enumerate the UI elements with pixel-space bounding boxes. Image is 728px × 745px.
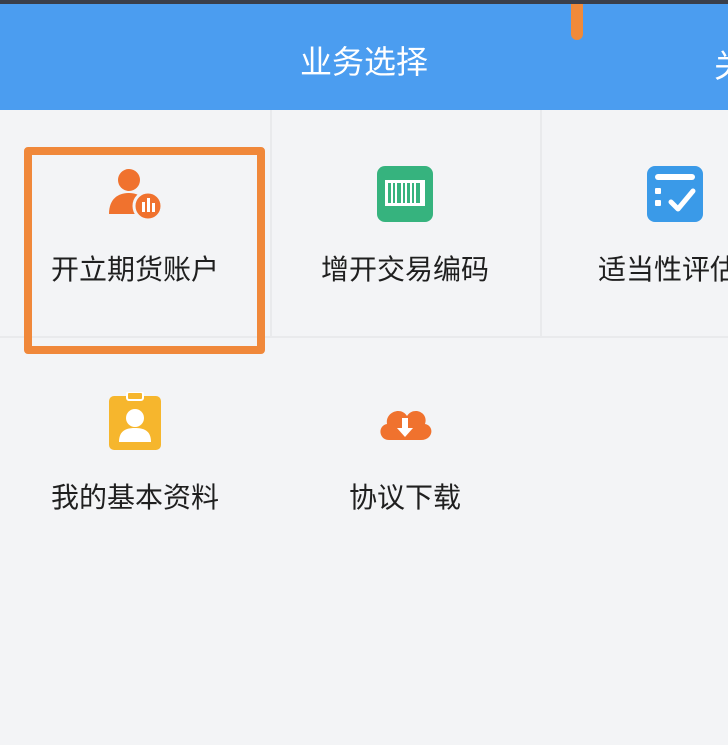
header-right-action[interactable]: 关 <box>714 44 728 88</box>
id-badge-icon <box>109 392 161 450</box>
grid-item-label: 协议下载 <box>348 481 461 514</box>
service-grid: 开立期货账户 增开交易编码 适当性评估 我的基本资料 协议下载 <box>0 110 728 745</box>
grid-item-label: 我的基本资料 <box>50 481 219 514</box>
grid-item-label: 开立期货账户 <box>50 253 219 286</box>
grid-item-label: 适当性评估 <box>598 253 728 286</box>
checklist-icon <box>647 166 703 222</box>
barcode-icon <box>377 166 433 222</box>
grid-item-open-account[interactable]: 开立期货账户 <box>0 110 270 336</box>
grid-item-add-trading-code[interactable]: 增开交易编码 <box>270 110 540 336</box>
user-account-icon <box>109 169 164 222</box>
grid-item-agreement-download[interactable]: 协议下载 <box>270 338 540 564</box>
cloud-download-icon <box>380 410 432 440</box>
grid-item-suitability-assessment[interactable]: 适当性评估 <box>540 110 728 336</box>
page-title: 业务选择 <box>299 43 428 81</box>
header-bar: 业务选择 关 <box>0 0 728 110</box>
grid-item-label: 增开交易编码 <box>320 253 489 286</box>
drag-handle <box>571 4 583 40</box>
grid-item-my-profile[interactable]: 我的基本资料 <box>0 338 270 564</box>
